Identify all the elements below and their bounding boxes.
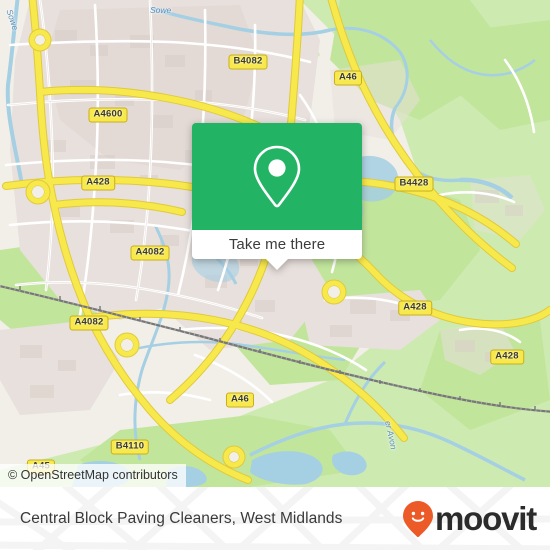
popup-pin-panel — [192, 123, 362, 230]
popup-tail-pointer — [266, 259, 288, 270]
place-popup-card[interactable]: Take me there — [192, 123, 362, 270]
location-pin-icon — [253, 145, 301, 207]
road-shield: B4082 — [228, 54, 268, 70]
moovit-logo[interactable]: moovit — [402, 500, 537, 538]
map-screenshot-root: .green { fill:#cdebb0; } .green2 { fill:… — [0, 0, 550, 550]
road-shield: A46 — [333, 70, 363, 86]
popup-cta-panel[interactable]: Take me there — [192, 230, 362, 259]
water-name-label: Sowe — [150, 5, 172, 15]
road-shield: B4428 — [394, 176, 434, 192]
take-me-there-label: Take me there — [228, 236, 326, 253]
road-shield: A46 — [225, 392, 255, 408]
road-shield: A428 — [490, 349, 524, 365]
road-shield: A4082 — [69, 315, 109, 331]
moovit-smiley-pin-icon — [403, 500, 434, 537]
footer-content: Central Block Paving Cleaners, West Midl… — [0, 487, 550, 550]
road-shield: A428 — [398, 300, 432, 316]
road-shield: B4110 — [110, 439, 150, 455]
moovit-wordmark: moovit — [435, 500, 537, 537]
road-shield: A4082 — [130, 245, 170, 261]
place-title: Central Block Paving Cleaners, West Midl… — [20, 509, 343, 527]
footer-bar: Central Block Paving Cleaners, West Midl… — [0, 487, 550, 550]
map-canvas[interactable]: .green { fill:#cdebb0; } .green2 { fill:… — [0, 0, 550, 487]
road-shield: A4600 — [88, 107, 128, 123]
road-shield: A428 — [81, 175, 115, 191]
osm-attribution[interactable]: © OpenStreetMap contributors — [0, 464, 186, 487]
